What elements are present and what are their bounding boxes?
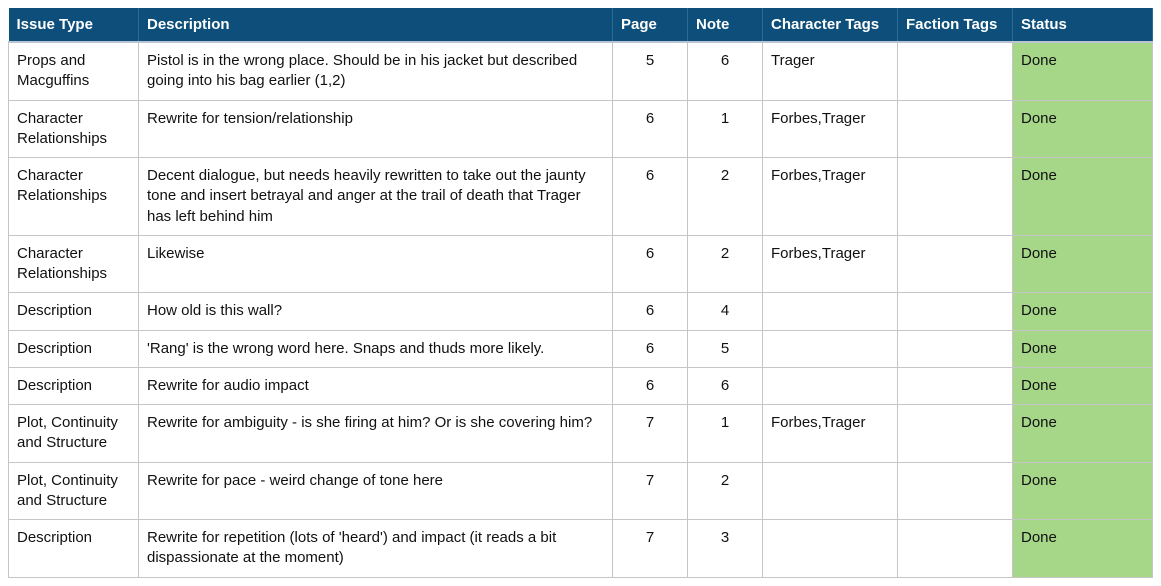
cell-note[interactable]: 5	[688, 330, 763, 367]
cell-note[interactable]: 1	[688, 100, 763, 158]
table-row[interactable]: Plot, Continuity and StructureRewrite fo…	[9, 462, 1153, 520]
cell-page[interactable]: 6	[613, 293, 688, 330]
cell-issue-type[interactable]: Description	[9, 293, 139, 330]
table-row[interactable]: Plot, Continuity and StructureRewrite fo…	[9, 405, 1153, 463]
cell-issue-type[interactable]: Plot, Continuity and Structure	[9, 405, 139, 463]
cell-faction-tags[interactable]	[898, 520, 1013, 578]
cell-status[interactable]: Done	[1013, 158, 1153, 236]
cell-status[interactable]: Done	[1013, 100, 1153, 158]
cell-faction-tags[interactable]	[898, 235, 1013, 293]
cell-description[interactable]: Rewrite for repetition (lots of 'heard')…	[139, 520, 613, 578]
cell-status[interactable]: Done	[1013, 520, 1153, 578]
cell-status[interactable]: Done	[1013, 330, 1153, 367]
cell-note[interactable]: 6	[688, 42, 763, 100]
cell-status[interactable]: Done	[1013, 42, 1153, 100]
cell-note[interactable]: 2	[688, 158, 763, 236]
cell-description[interactable]: Rewrite for tension/relationship	[139, 100, 613, 158]
cell-character-tags[interactable]	[763, 367, 898, 404]
table-row[interactable]: DescriptionRewrite for repetition (lots …	[9, 520, 1153, 578]
table-row[interactable]: Character RelationshipsRewrite for tensi…	[9, 100, 1153, 158]
cell-character-tags[interactable]: Forbes,Trager	[763, 405, 898, 463]
table-row[interactable]: Character RelationshipsLikewise62Forbes,…	[9, 235, 1153, 293]
cell-issue-type[interactable]: Description	[9, 330, 139, 367]
cell-page[interactable]: 6	[613, 367, 688, 404]
cell-status[interactable]: Done	[1013, 235, 1153, 293]
header-note[interactable]: Note	[688, 8, 763, 42]
cell-status[interactable]: Done	[1013, 293, 1153, 330]
table-row[interactable]: Props and MacguffinsPistol is in the wro…	[9, 42, 1153, 100]
cell-status[interactable]: Done	[1013, 367, 1153, 404]
cell-description[interactable]: Pistol is in the wrong place. Should be …	[139, 42, 613, 100]
cell-issue-type[interactable]: Character Relationships	[9, 158, 139, 236]
table-row[interactable]: DescriptionRewrite for audio impact66Don…	[9, 367, 1153, 404]
cell-character-tags[interactable]: Forbes,Trager	[763, 235, 898, 293]
cell-issue-type[interactable]: Character Relationships	[9, 235, 139, 293]
cell-status[interactable]: Done	[1013, 462, 1153, 520]
cell-page[interactable]: 5	[613, 42, 688, 100]
cell-description[interactable]: 'Rang' is the wrong word here. Snaps and…	[139, 330, 613, 367]
cell-character-tags[interactable]	[763, 330, 898, 367]
table-row[interactable]: Description'Rang' is the wrong word here…	[9, 330, 1153, 367]
cell-note[interactable]: 1	[688, 405, 763, 463]
cell-description[interactable]: Rewrite for pace - weird change of tone …	[139, 462, 613, 520]
cell-issue-type[interactable]: Plot, Continuity and Structure	[9, 462, 139, 520]
cell-page[interactable]: 6	[613, 158, 688, 236]
cell-page[interactable]: 6	[613, 100, 688, 158]
cell-faction-tags[interactable]	[898, 330, 1013, 367]
cell-page[interactable]: 7	[613, 462, 688, 520]
cell-page[interactable]: 7	[613, 405, 688, 463]
cell-faction-tags[interactable]	[898, 462, 1013, 520]
cell-character-tags[interactable]: Forbes,Trager	[763, 158, 898, 236]
cell-note[interactable]: 2	[688, 462, 763, 520]
header-status[interactable]: Status	[1013, 8, 1153, 42]
cell-page[interactable]: 7	[613, 520, 688, 578]
cell-issue-type[interactable]: Props and Macguffins	[9, 42, 139, 100]
cell-page[interactable]: 6	[613, 235, 688, 293]
cell-description[interactable]: Likewise	[139, 235, 613, 293]
cell-status[interactable]: Done	[1013, 405, 1153, 463]
cell-issue-type[interactable]: Description	[9, 367, 139, 404]
cell-faction-tags[interactable]	[898, 293, 1013, 330]
table-row[interactable]: DescriptionHow old is this wall?64 Done	[9, 293, 1153, 330]
header-faction-tags[interactable]: Faction Tags	[898, 8, 1013, 42]
cell-description[interactable]: Rewrite for ambiguity - is she firing at…	[139, 405, 613, 463]
cell-faction-tags[interactable]	[898, 158, 1013, 236]
cell-character-tags[interactable]	[763, 293, 898, 330]
issues-table: Issue Type Description Page Note Charact…	[8, 8, 1153, 578]
cell-faction-tags[interactable]	[898, 405, 1013, 463]
cell-character-tags[interactable]: Forbes,Trager	[763, 100, 898, 158]
cell-description[interactable]: Decent dialogue, but needs heavily rewri…	[139, 158, 613, 236]
table-body: Props and MacguffinsPistol is in the wro…	[9, 42, 1153, 577]
cell-description[interactable]: How old is this wall?	[139, 293, 613, 330]
header-character-tags[interactable]: Character Tags	[763, 8, 898, 42]
cell-character-tags[interactable]	[763, 462, 898, 520]
header-page[interactable]: Page	[613, 8, 688, 42]
table-row[interactable]: Character RelationshipsDecent dialogue, …	[9, 158, 1153, 236]
cell-faction-tags[interactable]	[898, 42, 1013, 100]
cell-character-tags[interactable]: Trager	[763, 42, 898, 100]
cell-issue-type[interactable]: Character Relationships	[9, 100, 139, 158]
cell-note[interactable]: 2	[688, 235, 763, 293]
cell-page[interactable]: 6	[613, 330, 688, 367]
header-issue-type[interactable]: Issue Type	[9, 8, 139, 42]
cell-note[interactable]: 6	[688, 367, 763, 404]
header-row: Issue Type Description Page Note Charact…	[9, 8, 1153, 42]
cell-note[interactable]: 4	[688, 293, 763, 330]
cell-description[interactable]: Rewrite for audio impact	[139, 367, 613, 404]
cell-issue-type[interactable]: Description	[9, 520, 139, 578]
cell-faction-tags[interactable]	[898, 100, 1013, 158]
cell-faction-tags[interactable]	[898, 367, 1013, 404]
cell-note[interactable]: 3	[688, 520, 763, 578]
header-description[interactable]: Description	[139, 8, 613, 42]
cell-character-tags[interactable]	[763, 520, 898, 578]
